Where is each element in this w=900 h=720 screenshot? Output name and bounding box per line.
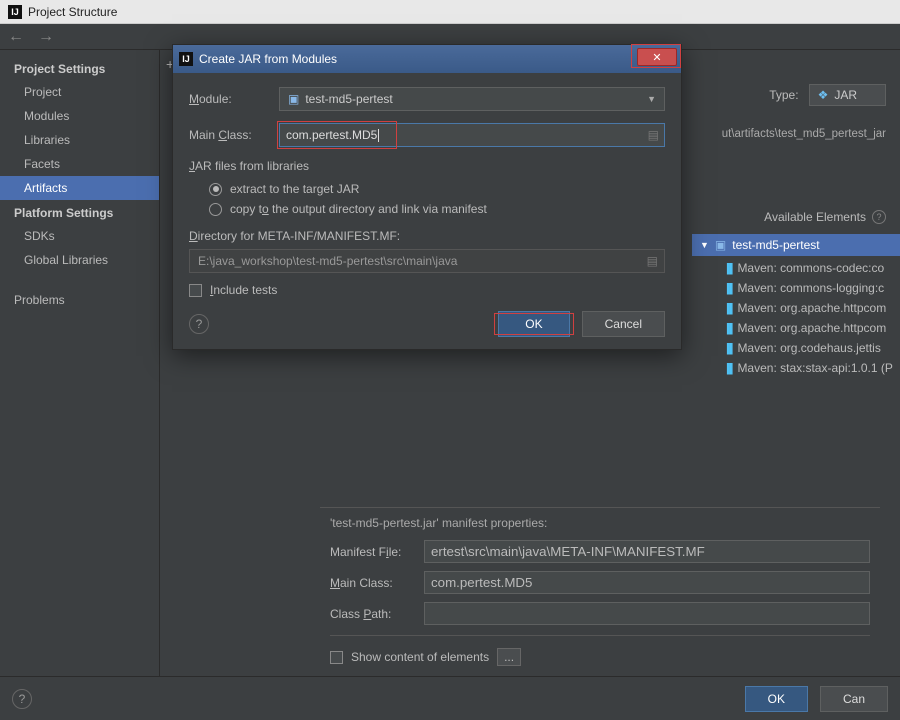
sidebar-item-modules[interactable]: Modules bbox=[0, 104, 159, 128]
tree-root-label: test-md5-pertest bbox=[732, 238, 819, 252]
sidebar-item-project[interactable]: Project bbox=[0, 80, 159, 104]
expand-arrow-icon[interactable]: ▼ bbox=[700, 240, 709, 250]
type-value: JAR bbox=[834, 88, 857, 102]
tree-lib[interactable]: ||||Maven: org.apache.httpcom bbox=[726, 298, 900, 318]
available-elements-label: Available Elements bbox=[764, 210, 866, 224]
chevron-down-icon: ▼ bbox=[647, 94, 656, 104]
module-row: Module: ▣ test-md5-pertest ▼ bbox=[189, 87, 665, 111]
jar-files-section-label: JAR files from libraries bbox=[189, 159, 665, 173]
nav-arrows: ← → bbox=[8, 28, 54, 46]
output-path: ut\artifacts\test_md5_pertest_jar bbox=[722, 128, 886, 140]
module-icon: ▣ bbox=[715, 238, 726, 252]
tree-lib[interactable]: ||||Maven: org.codehaus.jettis bbox=[726, 338, 900, 358]
sidebar-section-platform: Platform Settings bbox=[0, 200, 159, 224]
library-icon: |||| bbox=[726, 281, 731, 295]
available-elements-header: Available Elements ? bbox=[764, 210, 886, 224]
module-label: Module: bbox=[189, 92, 267, 106]
create-jar-dialog: IJ Create JAR from Modules ✕ Module: ▣ t… bbox=[172, 44, 682, 350]
back-arrow-icon[interactable]: ← bbox=[8, 28, 24, 46]
forward-arrow-icon[interactable]: → bbox=[38, 28, 54, 46]
include-tests-row: Include tests bbox=[189, 283, 665, 297]
radio-icon bbox=[209, 183, 222, 196]
window-title: Project Structure bbox=[28, 5, 117, 19]
tree-lib[interactable]: ||||Maven: stax:stax-api:1.0.1 (P bbox=[726, 358, 900, 378]
dialog-main-class-label: Main Class: bbox=[189, 128, 267, 142]
sidebar-item-facets[interactable]: Facets bbox=[0, 152, 159, 176]
radio-icon bbox=[209, 203, 222, 216]
help-button[interactable]: ? bbox=[12, 689, 32, 709]
module-value: test-md5-pertest bbox=[305, 92, 392, 106]
tree-lib[interactable]: ||||Maven: commons-logging:c bbox=[726, 278, 900, 298]
text-cursor bbox=[378, 129, 379, 142]
intellij-icon: IJ bbox=[179, 52, 193, 66]
sidebar-item-sdks[interactable]: SDKs bbox=[0, 224, 159, 248]
dialog-title: Create JAR from Modules bbox=[199, 52, 337, 66]
sidebar: Project Settings Project Modules Librari… bbox=[0, 50, 160, 676]
tree-children: ||||Maven: commons-codec:co ||||Maven: c… bbox=[692, 256, 900, 378]
outer-footer: ? OK Can bbox=[0, 676, 900, 720]
sidebar-section-project: Project Settings bbox=[0, 56, 159, 80]
dialog-ok-button[interactable]: OK bbox=[498, 311, 569, 337]
dialog-cancel-button[interactable]: Cancel bbox=[582, 311, 665, 337]
main-class-label: Main Class: bbox=[330, 576, 414, 590]
tree-lib[interactable]: ||||Maven: org.apache.httpcom bbox=[726, 318, 900, 338]
class-path-label: Class Path: bbox=[330, 607, 414, 621]
show-content-label: Show content of elements bbox=[351, 650, 489, 664]
manifest-panel: 'test-md5-pertest.jar' manifest properti… bbox=[320, 507, 880, 676]
browse-main-class-icon[interactable]: ▤ bbox=[648, 128, 659, 142]
show-content-more-button[interactable]: ... bbox=[497, 648, 521, 666]
library-icon: |||| bbox=[726, 341, 731, 355]
type-select[interactable]: ❖ JAR bbox=[809, 84, 886, 106]
module-select[interactable]: ▣ test-md5-pertest ▼ bbox=[279, 87, 665, 111]
manifest-header: 'test-md5-pertest.jar' manifest properti… bbox=[320, 508, 880, 536]
manifest-file-input[interactable] bbox=[424, 540, 870, 563]
dialog-body: Module: ▣ test-md5-pertest ▼ Main Class:… bbox=[173, 73, 681, 349]
tree-lib[interactable]: ||||Maven: commons-codec:co bbox=[726, 258, 900, 278]
tree-root[interactable]: ▼ ▣ test-md5-pertest bbox=[692, 234, 900, 256]
main-class-row: Main Class: com.pertest.MD5 ▤ bbox=[189, 123, 665, 147]
sidebar-item-libraries[interactable]: Libraries bbox=[0, 128, 159, 152]
library-icon: |||| bbox=[726, 261, 731, 275]
radio-copy[interactable]: copy to the output directory and link vi… bbox=[209, 199, 665, 219]
sidebar-item-global-libraries[interactable]: Global Libraries bbox=[0, 248, 159, 272]
dialog-main-class-input[interactable]: com.pertest.MD5 bbox=[279, 123, 665, 147]
show-content-row: Show content of elements ... bbox=[320, 638, 880, 676]
dialog-footer: ? OK Cancel bbox=[189, 311, 665, 337]
help-icon[interactable]: ? bbox=[872, 210, 886, 224]
radio-extract[interactable]: extract to the target JAR bbox=[209, 179, 665, 199]
browse-directory-icon[interactable]: ▤ bbox=[647, 254, 658, 268]
library-icon: |||| bbox=[726, 301, 731, 315]
outer-ok-button[interactable]: OK bbox=[745, 686, 808, 712]
close-button[interactable]: ✕ bbox=[637, 48, 677, 66]
sidebar-item-problems[interactable]: Problems bbox=[0, 288, 159, 312]
title-bar: IJ Project Structure bbox=[0, 0, 900, 24]
type-row: Type: ❖ JAR bbox=[769, 84, 886, 106]
jar-icon: ❖ bbox=[818, 88, 829, 102]
dialog-help-button[interactable]: ? bbox=[189, 314, 209, 334]
sidebar-item-artifacts[interactable]: Artifacts bbox=[0, 176, 159, 200]
available-elements-tree: ▼ ▣ test-md5-pertest ||||Maven: commons-… bbox=[692, 234, 900, 378]
type-label: Type: bbox=[769, 88, 798, 102]
manifest-file-label: Manifest File: bbox=[330, 545, 414, 559]
library-icon: |||| bbox=[726, 321, 731, 335]
library-icon: |||| bbox=[726, 361, 731, 375]
class-path-input[interactable] bbox=[424, 602, 870, 625]
intellij-icon: IJ bbox=[8, 5, 22, 19]
module-icon: ▣ bbox=[288, 92, 299, 106]
dialog-title-bar[interactable]: IJ Create JAR from Modules ✕ bbox=[173, 45, 681, 73]
show-content-checkbox[interactable] bbox=[330, 651, 343, 664]
directory-input[interactable]: E:\java_workshop\test-md5-pertest\src\ma… bbox=[189, 249, 665, 273]
include-tests-checkbox[interactable] bbox=[189, 284, 202, 297]
outer-cancel-button[interactable]: Can bbox=[820, 686, 888, 712]
directory-label: Directory for META-INF/MANIFEST.MF: bbox=[189, 229, 665, 243]
radio-group: extract to the target JAR copy to the ou… bbox=[189, 179, 665, 219]
main-class-input[interactable] bbox=[424, 571, 870, 594]
